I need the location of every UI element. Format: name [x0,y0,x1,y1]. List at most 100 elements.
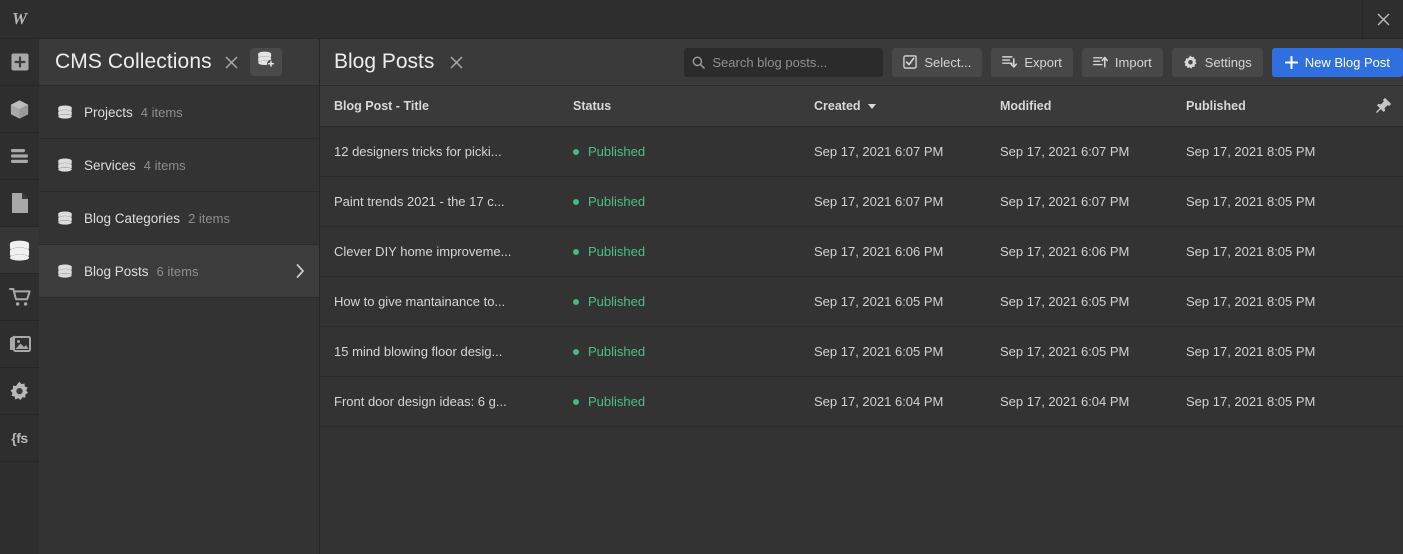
pin-column-button[interactable] [1365,97,1403,116]
cart-icon [8,287,31,307]
table-row[interactable]: 12 designers tricks for picki... Publish… [320,127,1403,177]
cell-status: Published [559,344,800,359]
export-icon [1002,55,1018,69]
rail-spacer [0,462,39,554]
cell-status: Published [559,394,800,409]
cell-status: Published [559,294,800,309]
cell-status: Published [559,194,800,209]
rail-item-components[interactable] [0,86,39,133]
navigator-icon [9,148,30,164]
table-row[interactable]: Front door design ideas: 6 g... Publishe… [320,377,1403,427]
table-row[interactable]: 15 mind blowing floor desig... Published… [320,327,1403,377]
cell-modified: Sep 17, 2021 6:06 PM [1000,244,1130,259]
collection-item-blog-categories[interactable]: Blog Categories 2 items [39,192,319,245]
new-blog-post-button[interactable]: New Blog Post [1271,47,1403,77]
column-header-published[interactable]: Published [1172,99,1365,113]
collection-item-count: 6 items [156,263,199,279]
cell-published: Sep 17, 2021 8:05 PM [1186,244,1316,259]
cell-created: Sep 17, 2021 6:07 PM [814,194,944,209]
sort-desc-caret-icon [867,103,876,109]
collection-item-label: Projects [84,104,133,120]
cell-modified: Sep 17, 2021 6:05 PM [1000,344,1130,359]
settings-button[interactable]: Settings [1171,47,1263,77]
status-dot-icon [573,248,579,255]
cms-collections-list: Projects 4 items Services 4 items Blog C… [39,86,319,554]
collection-item-count: 4 items [143,157,186,173]
cell-title: Front door design ideas: 6 g... [334,394,507,409]
cell-created: Sep 17, 2021 6:07 PM [814,144,944,159]
column-header-created[interactable]: Created [800,99,986,113]
rail-item-ecommerce[interactable] [0,274,39,321]
collection-item-count: 2 items [188,210,230,226]
cell-created: Sep 17, 2021 6:04 PM [814,394,944,409]
cell-status: Published [559,144,800,159]
window-topbar [39,0,1403,39]
collection-item-label: Blog Categories [84,210,181,226]
blog-posts-header: Blog Posts Search blog posts... Select..… [320,39,1403,86]
collection-item-projects[interactable]: Projects 4 items [39,86,319,139]
search-icon [692,56,706,69]
database-icon [57,157,74,173]
import-button-label: Import [1114,54,1152,70]
status-badge: Published [573,244,645,259]
table-row[interactable]: Clever DIY home improveme... Published S… [320,227,1403,277]
webflow-designer-window: W {fs CMS Collections Projects 4 items S… [0,0,1403,554]
plus-square-icon [10,52,30,72]
select-button[interactable]: Select... [892,47,983,77]
database-icon [8,240,31,261]
table-row[interactable]: How to give mantainance to... Published … [320,277,1403,327]
cell-title: Paint trends 2021 - the 17 c... [334,194,505,209]
cell-title: Clever DIY home improveme... [334,244,512,259]
page-icon [11,192,29,214]
braces-fs-icon: {fs [11,430,28,446]
import-button[interactable]: Import [1081,47,1163,77]
collection-item-blog-posts[interactable]: Blog Posts 6 items [39,245,319,298]
rail-item-navigator[interactable] [0,133,39,180]
search-input[interactable]: Search blog posts... [684,47,884,77]
cms-collections-close-button[interactable] [221,51,243,73]
cell-published: Sep 17, 2021 8:05 PM [1186,394,1316,409]
column-header-status[interactable]: Status [559,99,800,113]
table-row[interactable]: Paint trends 2021 - the 17 c... Publishe… [320,177,1403,227]
cms-collections-header: CMS Collections [39,39,319,86]
gear-icon [9,381,30,402]
blog-posts-table: Blog Post - Title Status Created Modifie… [320,86,1403,554]
cell-title: How to give mantainance to... [334,294,506,309]
new-collection-button[interactable] [249,48,282,76]
rail-item-assets[interactable] [0,321,39,368]
webflow-logo-letter: W [11,9,28,28]
rail-item-settings[interactable] [0,368,39,415]
status-dot-icon [573,298,579,305]
rail-item-pages[interactable] [0,180,39,227]
export-button[interactable]: Export [991,47,1073,77]
import-icon [1092,55,1108,69]
cell-created: Sep 17, 2021 6:06 PM [814,244,944,259]
database-icon [57,104,74,120]
window-close-button[interactable] [1362,0,1403,38]
rail-item-fs[interactable]: {fs [0,415,39,462]
status-dot-icon [573,348,579,355]
database-icon [57,263,74,279]
column-header-modified[interactable]: Modified [986,99,1172,113]
checkbox-icon [903,55,918,69]
column-header-label: Published [1186,99,1246,113]
cube-icon [9,99,30,120]
status-label: Published [588,194,646,209]
settings-button-label: Settings [1204,54,1252,70]
collection-item-services[interactable]: Services 4 items [39,139,319,192]
export-button-label: Export [1024,54,1062,70]
rail-item-add[interactable] [0,39,39,86]
select-button-label: Select... [924,54,972,70]
blog-posts-close-button[interactable] [445,51,467,73]
status-dot-icon [573,398,579,405]
status-label: Published [588,294,646,309]
column-header-title[interactable]: Blog Post - Title [320,99,559,113]
rail-item-cms[interactable] [0,227,39,274]
column-header-label: Created [814,99,861,113]
table-empty-area [320,427,1403,554]
cell-created: Sep 17, 2021 6:05 PM [814,294,944,309]
column-header-label: Status [573,99,612,113]
plus-icon [1284,55,1298,69]
webflow-logo[interactable]: W [0,0,39,39]
cms-collections-panel: CMS Collections Projects 4 items Service… [39,39,320,554]
